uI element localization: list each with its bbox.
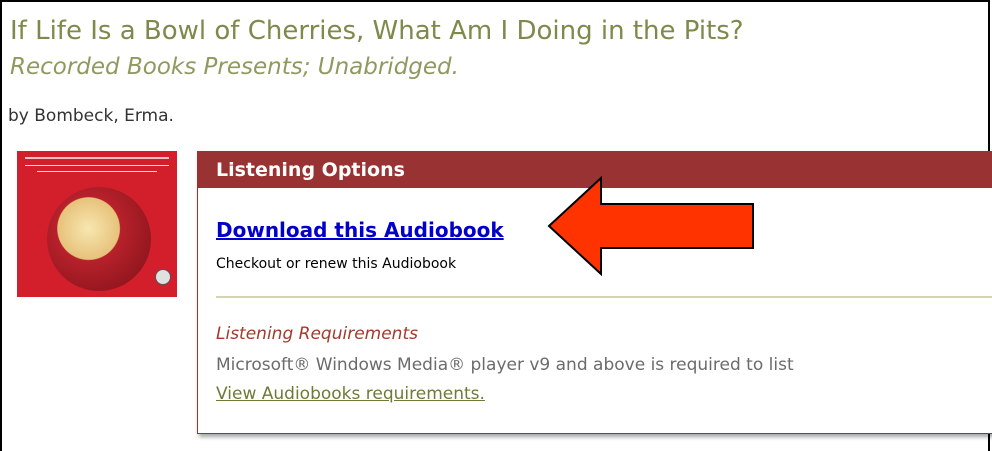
book-title: If Life Is a Bowl of Cherries, What Am I… [10,16,744,46]
checkout-text: Checkout or renew this Audiobook [216,256,457,272]
view-requirements-link[interactable]: View Audiobooks requirements. [216,384,485,404]
book-cover-image [17,151,177,297]
book-subtitle: Recorded Books Presents; Unabridged. [10,54,459,80]
requirements-text: Microsoft® Windows Media® player v9 and … [216,355,794,375]
divider [216,296,992,298]
cover-text-line [25,165,169,166]
pointer-arrow-icon [547,176,754,276]
cover-band [25,157,169,159]
book-author: by Bombeck, Erma. [8,106,174,126]
download-audiobook-link[interactable]: Download this Audiobook [216,218,504,242]
cherry-bowl-illustration [47,187,151,291]
cover-text-line [37,171,157,172]
cd-icon [155,269,171,285]
requirements-title: Listening Requirements [216,324,418,344]
